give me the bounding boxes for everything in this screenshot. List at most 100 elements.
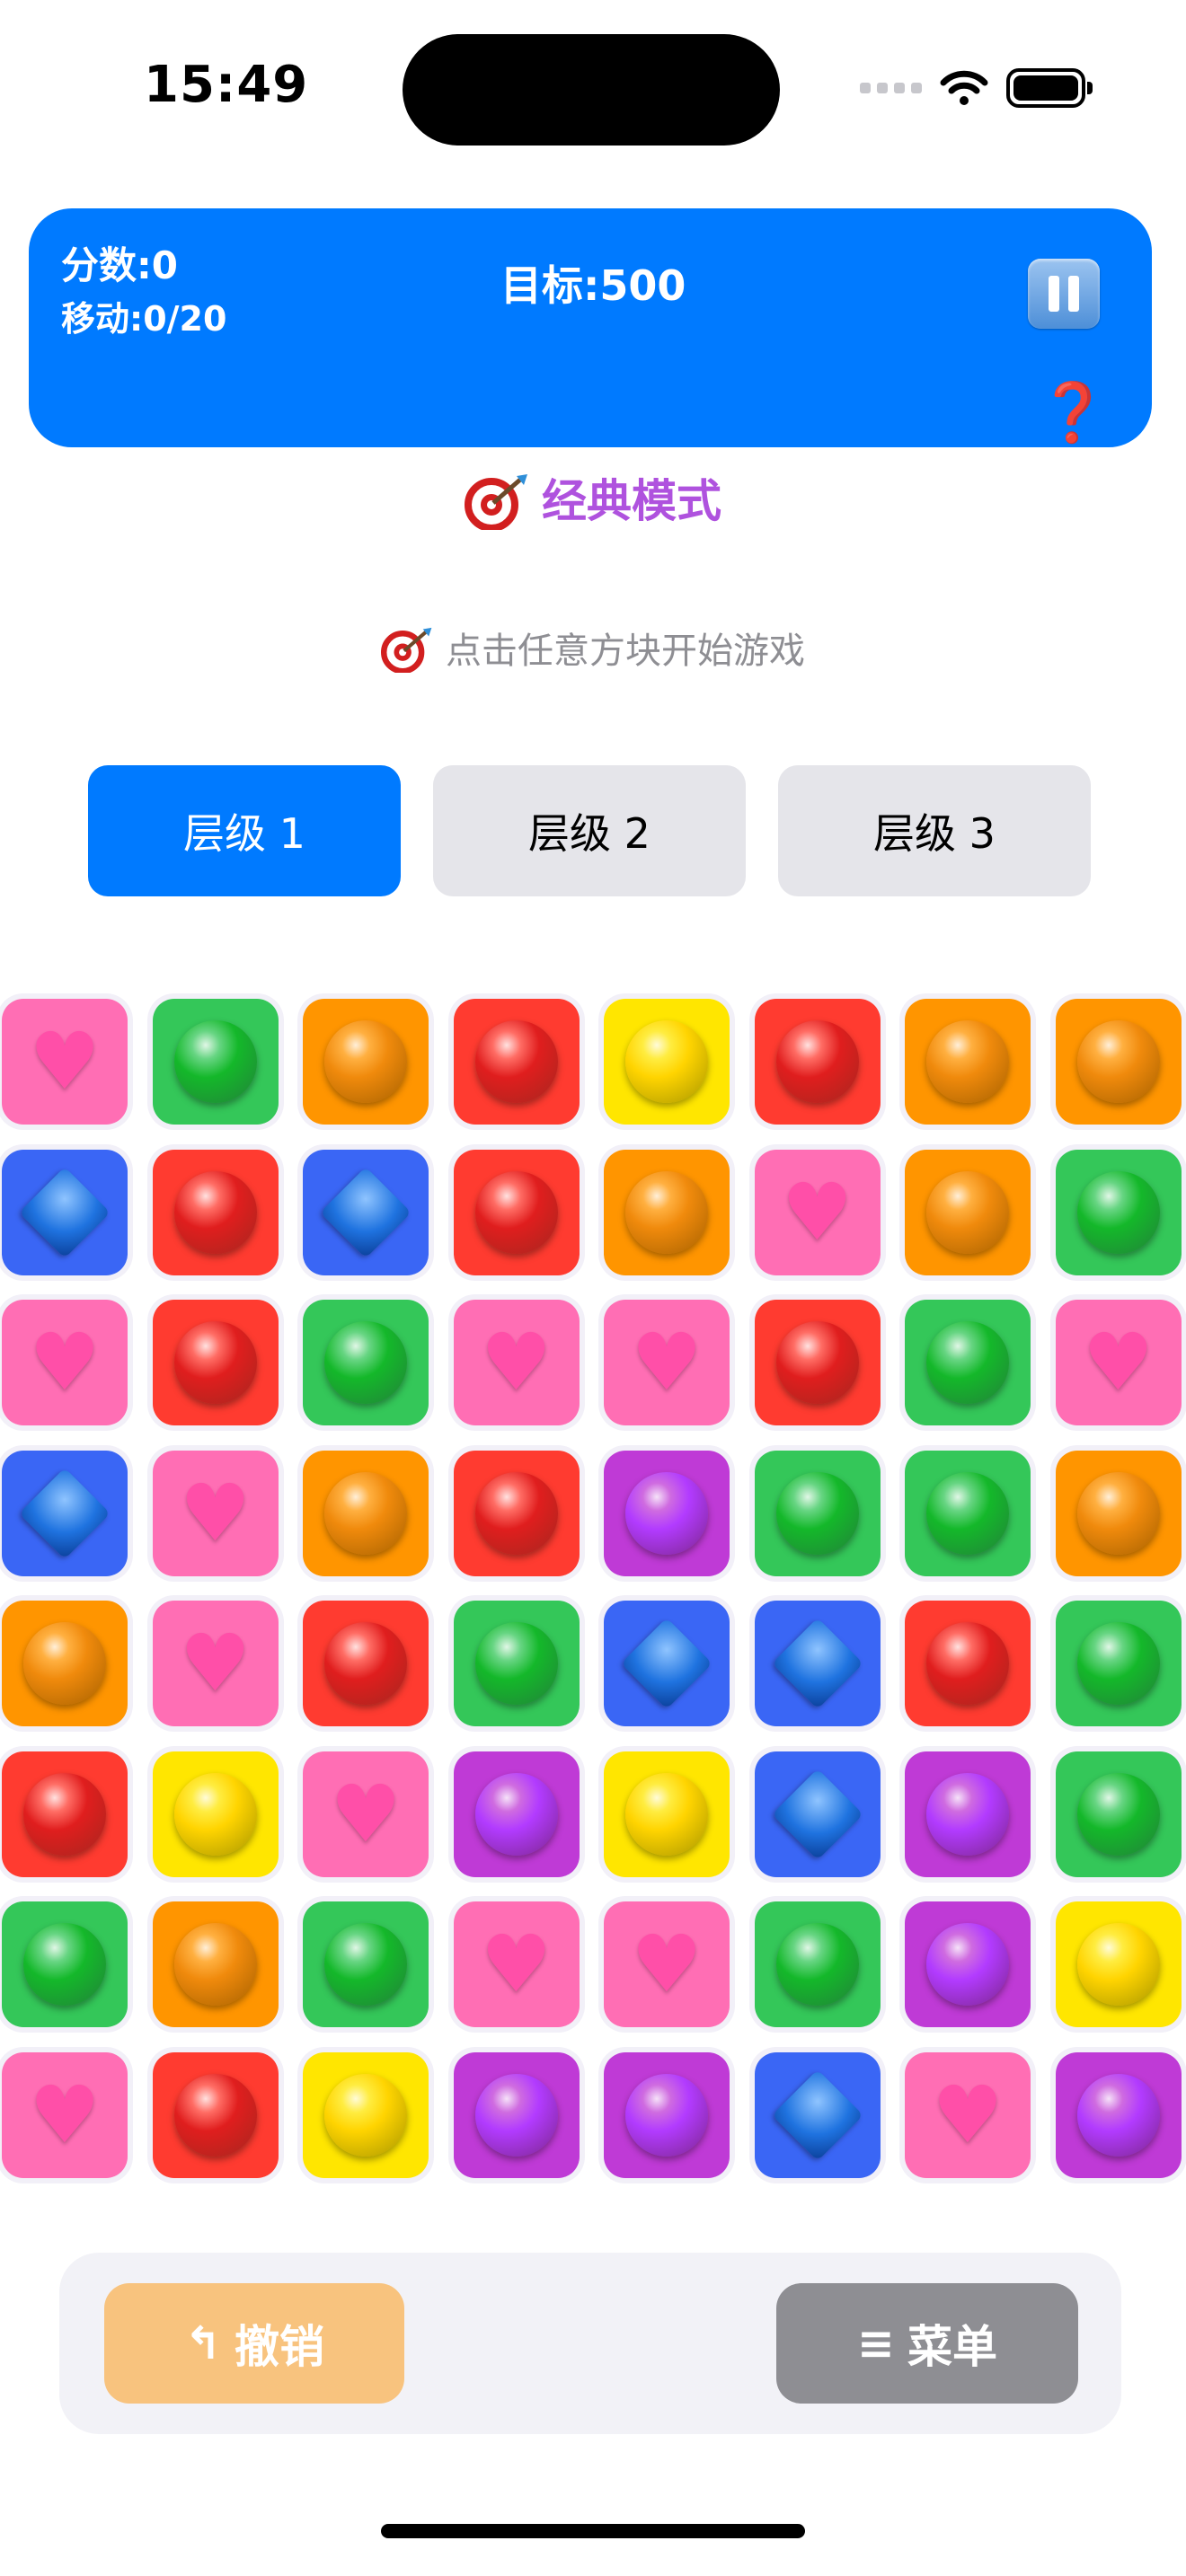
gem-tile[interactable] <box>754 1751 881 1877</box>
pause-button[interactable] <box>1028 259 1100 329</box>
gem-tile[interactable] <box>303 2051 429 2178</box>
mode-title: 经典模式 <box>0 465 1186 534</box>
gem-tile[interactable] <box>1055 999 1182 1125</box>
purple-orb-icon <box>474 2073 558 2157</box>
gem-tile[interactable] <box>1055 1601 1182 1726</box>
gem-tile[interactable] <box>905 1751 1031 1877</box>
green-orb-icon <box>775 1923 859 2006</box>
gem-tile[interactable] <box>604 2051 730 2178</box>
gem-tile[interactable] <box>905 1450 1031 1576</box>
gem-tile[interactable] <box>604 1751 730 1877</box>
blue-diamond-icon <box>19 1166 111 1258</box>
gem-tile[interactable] <box>905 1901 1031 2027</box>
gem-tile[interactable]: ♥ <box>604 1901 730 2027</box>
target-label: 目标:500 <box>500 261 686 310</box>
gem-tile[interactable] <box>453 1601 580 1726</box>
game-header: 分数:0 移动:0/20 目标:500 ❓ <box>29 208 1152 447</box>
gem-tile[interactable] <box>152 1149 279 1275</box>
gem-tile[interactable] <box>453 2051 580 2178</box>
gem-tile[interactable] <box>2 1901 128 2027</box>
green-orb-icon <box>775 1471 859 1555</box>
gem-tile[interactable] <box>754 1901 881 2027</box>
gem-tile[interactable] <box>303 1601 429 1726</box>
gem-tile[interactable] <box>303 1149 429 1275</box>
undo-label: 撤销 <box>234 2321 324 2373</box>
gem-tile[interactable]: ♥ <box>2 1300 128 1425</box>
gem-tile[interactable]: ♥ <box>152 1450 279 1576</box>
gem-tile[interactable] <box>1055 1751 1182 1877</box>
gem-tile[interactable] <box>1055 1901 1182 2027</box>
gem-tile[interactable]: ♥ <box>2 2051 128 2178</box>
gem-tile[interactable] <box>1055 2051 1182 2178</box>
score-label: 分数:0 <box>61 243 179 287</box>
help-icon[interactable]: ❓ <box>1037 384 1109 442</box>
gem-tile[interactable] <box>905 1149 1031 1275</box>
green-orb-icon <box>324 1923 407 2006</box>
level-2-button[interactable]: 层级 2 <box>433 765 746 896</box>
gem-tile[interactable] <box>754 1300 881 1425</box>
gem-tile[interactable] <box>2 1751 128 1877</box>
cellular-signal-icon <box>860 83 922 93</box>
gem-tile[interactable] <box>2 1450 128 1576</box>
blue-diamond-icon <box>771 1618 863 1709</box>
green-orb-icon <box>1076 1622 1160 1705</box>
yellow-orb-icon <box>173 1772 257 1856</box>
gem-tile[interactable] <box>604 1450 730 1576</box>
orange-orb-icon <box>625 1170 708 1254</box>
gem-tile[interactable] <box>152 1300 279 1425</box>
gem-tile[interactable]: ♥ <box>303 1751 429 1877</box>
gem-tile[interactable]: ♥ <box>905 2051 1031 2178</box>
home-indicator <box>381 2524 805 2538</box>
gem-tile[interactable] <box>604 1149 730 1275</box>
start-hint: 点击任意方块开始游戏 <box>0 622 1186 676</box>
green-orb-icon <box>1076 1772 1160 1856</box>
gem-tile[interactable] <box>754 999 881 1125</box>
menu-button[interactable]: ≡ 菜单 <box>776 2283 1078 2404</box>
gem-tile[interactable] <box>604 1601 730 1726</box>
gem-tile[interactable] <box>754 1601 881 1726</box>
gem-tile[interactable] <box>152 1901 279 2027</box>
purple-orb-icon <box>625 2073 708 2157</box>
gem-tile[interactable]: ♥ <box>2 999 128 1125</box>
gem-tile[interactable] <box>453 1450 580 1576</box>
gem-tile[interactable] <box>905 999 1031 1125</box>
pink-heart-icon: ♥ <box>631 1316 703 1408</box>
pink-heart-icon: ♥ <box>29 2068 101 2161</box>
gem-tile[interactable]: ♥ <box>754 1149 881 1275</box>
level-3-button[interactable]: 层级 3 <box>778 765 1091 896</box>
yellow-orb-icon <box>625 1020 708 1103</box>
gem-tile[interactable] <box>453 1149 580 1275</box>
gem-tile[interactable] <box>152 1751 279 1877</box>
gem-tile[interactable] <box>2 1149 128 1275</box>
gem-tile[interactable]: ♥ <box>453 1901 580 2027</box>
red-orb-icon <box>775 1321 859 1404</box>
gem-tile[interactable] <box>754 2051 881 2178</box>
green-orb-icon <box>1076 1170 1160 1254</box>
level-1-button[interactable]: 层级 1 <box>88 765 401 896</box>
red-orb-icon <box>173 1170 257 1254</box>
gem-tile[interactable] <box>453 999 580 1125</box>
orange-orb-icon <box>324 1471 407 1555</box>
gem-tile[interactable] <box>905 1601 1031 1726</box>
gem-tile[interactable] <box>453 1751 580 1877</box>
gem-tile[interactable] <box>303 999 429 1125</box>
gem-tile[interactable] <box>303 1901 429 2027</box>
orange-orb-icon <box>926 1170 1009 1254</box>
gem-tile[interactable] <box>152 999 279 1125</box>
gem-tile[interactable]: ♥ <box>453 1300 580 1425</box>
gem-tile[interactable]: ♥ <box>1055 1300 1182 1425</box>
gem-tile[interactable] <box>905 1300 1031 1425</box>
gem-tile[interactable] <box>754 1450 881 1576</box>
green-orb-icon <box>926 1471 1009 1555</box>
undo-button[interactable]: ↰ 撤销 <box>104 2283 404 2404</box>
gem-tile[interactable] <box>604 999 730 1125</box>
gem-tile[interactable]: ♥ <box>604 1300 730 1425</box>
gem-tile[interactable]: ♥ <box>152 1601 279 1726</box>
gem-tile[interactable] <box>1055 1450 1182 1576</box>
gem-tile[interactable] <box>1055 1149 1182 1275</box>
purple-orb-icon <box>926 1772 1009 1856</box>
gem-tile[interactable] <box>2 1601 128 1726</box>
gem-tile[interactable] <box>303 1300 429 1425</box>
gem-tile[interactable] <box>152 2051 279 2178</box>
gem-tile[interactable] <box>303 1450 429 1576</box>
